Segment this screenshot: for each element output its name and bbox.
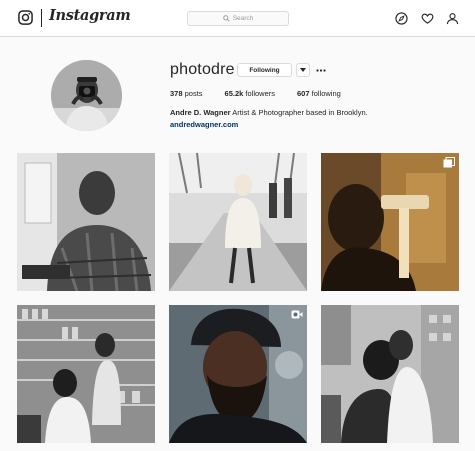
post-thumbnail-2[interactable] xyxy=(169,153,307,291)
bio-text: Artist & Photographer based in Brooklyn. xyxy=(232,108,368,117)
logo-divider xyxy=(41,9,42,27)
posts-label: posts xyxy=(184,89,203,98)
followers-count: 65.2k xyxy=(224,89,244,98)
instagram-wordmark[interactable]: Instagram xyxy=(49,7,131,24)
search-icon xyxy=(222,15,230,22)
search-input[interactable]: Search xyxy=(187,11,289,26)
top-nav-bar: Instagram Search xyxy=(0,0,475,37)
followers-label: followers xyxy=(245,89,276,98)
ellipsis-icon xyxy=(316,68,326,72)
following-button[interactable]: Following xyxy=(237,63,292,77)
carousel-icon xyxy=(443,157,455,168)
post-thumbnail-6[interactable] xyxy=(321,305,459,443)
post-thumbnail-1[interactable] xyxy=(17,153,155,291)
instagram-camera-icon[interactable] xyxy=(18,10,33,25)
following-count: 607 xyxy=(297,89,310,98)
following-label: following xyxy=(311,89,341,98)
followers-stat[interactable]: 65.2k followers xyxy=(225,89,275,98)
search-placeholder: Search xyxy=(232,15,254,22)
post-thumbnail-4[interactable] xyxy=(17,305,155,443)
following-stat[interactable]: 607 following xyxy=(297,89,341,98)
person-icon[interactable] xyxy=(446,12,459,25)
posts-stat: 378 posts xyxy=(170,89,203,98)
profile-avatar xyxy=(51,60,122,131)
post-thumbnail-3[interactable] xyxy=(321,153,459,291)
heart-icon[interactable] xyxy=(421,12,434,25)
suggestions-dropdown-button[interactable] xyxy=(296,63,310,77)
bio-full-name: Andre D. Wagner xyxy=(170,108,231,117)
profile-username: photodre xyxy=(170,61,235,78)
profile-bio: Andre D. Wagner Artist & Photographer ba… xyxy=(170,108,368,117)
profile-stats: 378 posts 65.2k followers 607 following xyxy=(170,89,363,98)
post-thumbnail-5[interactable] xyxy=(169,305,307,443)
website-link[interactable]: andredwagner.com xyxy=(170,120,238,129)
caret-down-icon xyxy=(300,68,306,72)
compass-icon[interactable] xyxy=(395,12,408,25)
video-icon xyxy=(291,310,303,319)
more-options-button[interactable] xyxy=(315,63,327,77)
posts-count: 378 xyxy=(170,89,183,98)
